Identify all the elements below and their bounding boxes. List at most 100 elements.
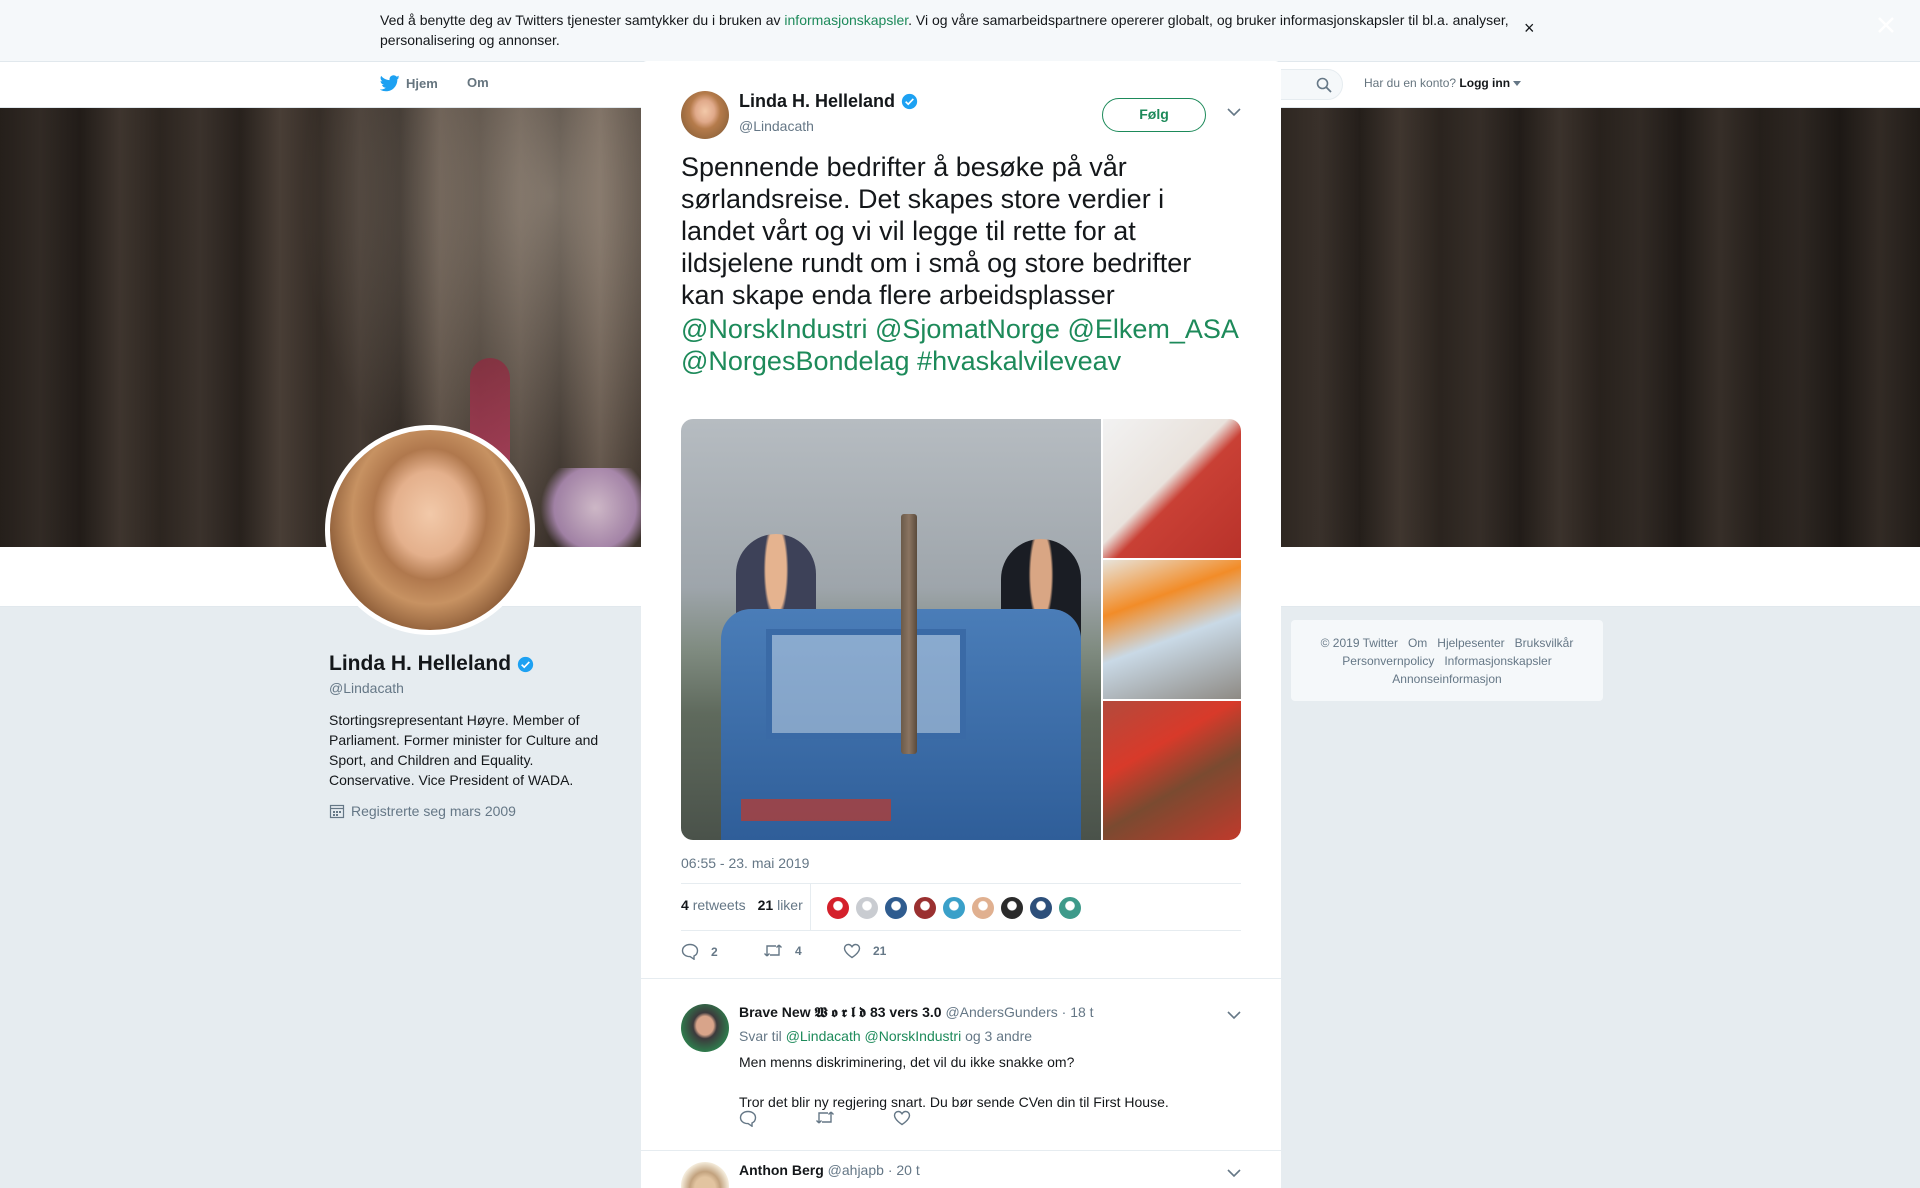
chevron-down-icon[interactable]: [1227, 1010, 1241, 1020]
reply-time[interactable]: · 18 t: [1062, 1004, 1094, 1020]
cookie-banner: Ved å benytte deg av Twitters tjenester …: [0, 0, 1920, 62]
reply-tweet[interactable]: Brave New 𝖂 𝖔 𝖗 𝖑 𝖉 83 vers 3.0 @AndersG…: [641, 994, 1281, 1162]
reply-time[interactable]: · 20 t: [888, 1162, 920, 1178]
liker-avatar[interactable]: [855, 896, 879, 920]
profile-handle: @Lindacath: [329, 680, 404, 696]
reply-context-prefix: Svar til: [739, 1028, 782, 1044]
profile-joined-text: Registrerte seg mars 2009: [351, 803, 516, 819]
tweet-photo-2[interactable]: [1103, 419, 1241, 558]
like-stat-label: liker: [777, 897, 803, 913]
divider: [681, 930, 1241, 931]
tweet-author-name[interactable]: Linda H. Helleland: [739, 91, 918, 112]
retweet-count: 4: [795, 943, 802, 958]
like-count: 21: [873, 944, 887, 958]
photo-tractor-exhaust: [901, 514, 917, 754]
tweet-photo-4[interactable]: [1103, 701, 1241, 840]
cookie-link[interactable]: informasjonskapsler: [784, 12, 908, 28]
login-area: Har du en konto? Logg inn: [1364, 76, 1522, 90]
tweet-stats: 4 retweets 21 liker: [681, 897, 803, 913]
tweet-mentions[interactable]: @NorskIndustri @SjomatNorge @Elkem_ASA @…: [681, 313, 1241, 377]
liker-avatar[interactable]: [884, 896, 908, 920]
footer-link-terms[interactable]: Bruksvilkår: [1515, 636, 1574, 650]
tweet-photo-main[interactable]: [681, 419, 1101, 840]
tweet-timestamp[interactable]: 06:55 - 23. mai 2019: [681, 855, 809, 871]
nav-home-label: Hjem: [406, 76, 438, 91]
cookie-text-before: Ved å benytte deg av Twitters tjenester …: [380, 12, 785, 28]
verified-icon: [901, 93, 918, 110]
reply-icon[interactable]: [739, 1110, 757, 1127]
liker-avatars: [826, 896, 1082, 920]
tweet-author-avatar[interactable]: [681, 91, 729, 139]
liker-avatar[interactable]: [826, 896, 850, 920]
profile-joined: Registrerte seg mars 2009: [329, 803, 516, 819]
liker-avatar[interactable]: [1000, 896, 1024, 920]
verified-icon: [517, 656, 534, 672]
liker-avatar[interactable]: [971, 896, 995, 920]
caret-down-icon[interactable]: [1513, 81, 1522, 87]
reply-actions: [739, 1110, 911, 1127]
stats-separator: [810, 884, 811, 930]
cookie-text: Ved å benytte deg av Twitters tjenester …: [380, 10, 1520, 50]
follow-button[interactable]: Følg: [1102, 98, 1206, 132]
footer-links: © 2019 Twitter Om Hjelpesenter Bruksvilkår …: [1290, 619, 1604, 702]
reply-avatar[interactable]: [681, 1004, 729, 1052]
liker-avatar[interactable]: [1058, 896, 1082, 920]
tweet-media-grid[interactable]: [681, 419, 1241, 840]
reply-avatar[interactable]: [681, 1162, 729, 1188]
reply-action[interactable]: 2: [681, 943, 718, 960]
liker-avatar[interactable]: [942, 896, 966, 920]
chevron-down-icon[interactable]: [1227, 1168, 1241, 1178]
login-link[interactable]: Logg inn: [1459, 76, 1510, 90]
photo-tractor-grill: [741, 799, 891, 821]
reply-count: 2: [711, 944, 718, 959]
footer-link-ads[interactable]: Annonseinformasjon: [1392, 672, 1501, 686]
retweet-stat[interactable]: 4 retweets: [681, 897, 746, 913]
reply-author-handle[interactable]: @AndersGunders: [945, 1004, 1057, 1020]
profile-avatar[interactable]: [325, 425, 535, 635]
cookie-close-button[interactable]: ×: [1524, 18, 1535, 39]
header-flowers-2: [540, 468, 650, 547]
twitter-bird-icon: [380, 75, 400, 92]
retweet-stat-label: retweets: [692, 897, 746, 913]
footer-link-cookies[interactable]: Informasjonskapsler: [1444, 654, 1551, 668]
reply-icon: [681, 943, 699, 960]
liker-avatar[interactable]: [1029, 896, 1053, 920]
reply-context: Svar til @Lindacath @NorskIndustri og 3 …: [739, 1028, 1032, 1044]
reply-context-others[interactable]: og 3 andre: [965, 1028, 1032, 1044]
divider: [641, 978, 1281, 979]
heart-icon[interactable]: [893, 1110, 911, 1126]
retweet-action[interactable]: 4: [763, 943, 802, 958]
footer-link-help[interactable]: Hjelpesenter: [1437, 636, 1504, 650]
reply-context-mentions[interactable]: @Lindacath @NorskIndustri: [786, 1028, 962, 1044]
reply-author-handle[interactable]: @ahjapb: [828, 1162, 884, 1178]
reply-text: Men menns diskriminering, det vil du ikk…: [739, 1052, 1239, 1112]
nav-home[interactable]: Hjem: [380, 75, 438, 92]
nav-about[interactable]: Om: [467, 75, 489, 90]
reply-text-line-1: Men menns diskriminering, det vil du ikk…: [739, 1054, 1075, 1070]
reply-header: Anthon Berg @ahjapb · 20 t: [739, 1162, 920, 1178]
reply-header: Brave New 𝖂 𝖔 𝖗 𝖑 𝖉 83 vers 3.0 @AndersG…: [739, 1004, 1094, 1021]
reply-author-name[interactable]: Brave New 𝖂 𝖔 𝖗 𝖑 𝖉 83 vers 3.0: [739, 1004, 942, 1020]
tweet-author-handle[interactable]: @Lindacath: [739, 118, 814, 134]
retweet-icon[interactable]: [815, 1110, 835, 1125]
reply-tweet[interactable]: Anthon Berg @ahjapb · 20 t: [641, 1152, 1281, 1188]
photo-tractor-window: [766, 629, 966, 739]
reply-author-name[interactable]: Anthon Berg: [739, 1162, 824, 1178]
footer-link-privacy[interactable]: Personvernpolicy: [1342, 654, 1434, 668]
footer-link-about[interactable]: Om: [1408, 636, 1427, 650]
chevron-down-icon[interactable]: [1227, 107, 1241, 117]
tweet-photo-3[interactable]: [1103, 560, 1241, 699]
heart-icon: [843, 943, 861, 959]
search-icon[interactable]: [1316, 77, 1332, 93]
like-stat-count: 21: [757, 897, 774, 913]
retweet-stat-count: 4: [681, 897, 689, 913]
calendar-icon: [329, 804, 345, 819]
nav-about-label: Om: [467, 75, 489, 90]
liker-avatar[interactable]: [913, 896, 937, 920]
account-prompt: Har du en konto?: [1364, 76, 1457, 90]
like-stat[interactable]: 21 liker: [758, 897, 803, 913]
like-action[interactable]: 21: [843, 943, 886, 959]
profile-bio: Stortingsrepresentant Høyre. Member of P…: [329, 712, 599, 788]
modal-close-icon[interactable]: [1877, 16, 1895, 34]
reply-text-line-2: Tror det blir ny regjering snart. Du bør…: [739, 1094, 1169, 1110]
